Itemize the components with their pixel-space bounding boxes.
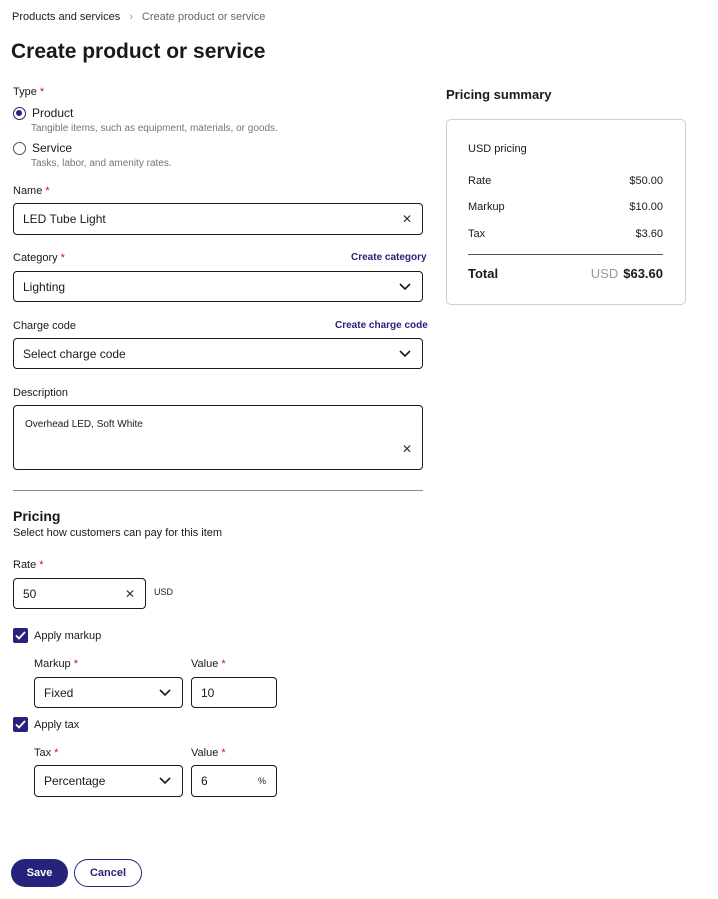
- checkmark-icon: [13, 628, 28, 643]
- summary-total-currency: USD: [590, 266, 619, 281]
- type-option-product[interactable]: Product Tangible items, such as equipmen…: [13, 106, 278, 134]
- chevron-down-icon: [157, 685, 173, 701]
- apply-tax-label: Apply tax: [34, 718, 80, 731]
- checkmark-icon: [13, 717, 28, 732]
- markup-type-select[interactable]: Fixed: [34, 677, 183, 708]
- markup-value-input[interactable]: 10: [191, 677, 277, 708]
- required-marker: *: [73, 658, 78, 670]
- description-value: Overhead LED, Soft White: [25, 419, 143, 430]
- tax-value-label-text: Value: [191, 747, 219, 759]
- page-title: Create product or service: [11, 40, 266, 63]
- summary-row-rate: Rate $50.00: [468, 175, 663, 187]
- markup-type-value: Fixed: [44, 685, 74, 700]
- summary-rate-label: Rate: [468, 175, 492, 187]
- tax-label-text: Tax: [34, 747, 52, 759]
- cancel-button[interactable]: Cancel: [74, 859, 142, 887]
- summary-currency-heading: USD pricing: [468, 143, 527, 155]
- summary-row-markup: Markup $10.00: [468, 201, 663, 213]
- summary-tax-value: $3.60: [635, 228, 663, 240]
- name-input[interactable]: LED Tube Light ✕: [13, 203, 423, 235]
- name-label: Name *: [13, 185, 50, 197]
- clear-icon[interactable]: ✕: [123, 587, 137, 601]
- service-radio[interactable]: [13, 141, 26, 155]
- summary-total-value: $63.60: [623, 266, 663, 281]
- required-marker: *: [60, 252, 65, 264]
- category-select[interactable]: Lighting: [13, 271, 423, 302]
- required-marker: *: [54, 747, 59, 759]
- rate-currency: USD: [154, 587, 174, 597]
- required-marker: *: [221, 747, 226, 759]
- tax-type-value: Percentage: [44, 774, 106, 788]
- category-label-text: Category: [13, 252, 58, 264]
- tax-label: Tax *: [34, 747, 58, 759]
- type-option-service[interactable]: Service Tasks, labor, and amenity rates.: [13, 141, 172, 169]
- summary-rate-value: $50.00: [629, 175, 663, 187]
- summary-divider: [468, 254, 663, 255]
- breadcrumb-products-link[interactable]: Products and services: [12, 11, 120, 23]
- rate-input-value: 50: [23, 586, 37, 601]
- markup-value-label: Value *: [191, 658, 226, 670]
- charge-code-select[interactable]: Select charge code: [13, 338, 423, 369]
- apply-markup-checkbox[interactable]: Apply markup: [13, 628, 101, 643]
- create-charge-code-link[interactable]: Create charge code: [335, 320, 428, 331]
- rate-label: Rate *: [13, 559, 44, 571]
- service-hint: Tasks, labor, and amenity rates.: [31, 158, 172, 169]
- clear-icon[interactable]: ✕: [400, 442, 414, 456]
- tax-value-text: 6: [201, 774, 208, 788]
- apply-tax-checkbox[interactable]: Apply tax: [13, 717, 79, 732]
- create-category-link[interactable]: Create category: [351, 252, 427, 263]
- chevron-down-icon: [397, 279, 413, 295]
- type-label-text: Type: [13, 86, 37, 98]
- category-select-value: Lighting: [23, 279, 66, 294]
- summary-total-label: Total: [468, 266, 499, 281]
- summary-markup-label: Markup: [468, 201, 505, 213]
- chevron-down-icon: [157, 773, 173, 789]
- summary-total-row: Total USD $63.60: [468, 266, 663, 281]
- name-label-text: Name: [13, 185, 43, 197]
- name-input-value: LED Tube Light: [23, 212, 106, 226]
- summary-row-tax: Tax $3.60: [468, 228, 663, 240]
- product-radio[interactable]: [13, 106, 26, 120]
- tax-value-input[interactable]: 6 %: [191, 765, 277, 797]
- save-button[interactable]: Save: [11, 859, 68, 887]
- apply-markup-label: Apply markup: [34, 629, 102, 642]
- pricing-title: Pricing: [13, 508, 61, 524]
- tax-type-select[interactable]: Percentage: [34, 765, 183, 797]
- section-divider: [13, 490, 423, 491]
- description-textarea[interactable]: Overhead LED, Soft White ✕: [13, 405, 423, 470]
- markup-value-text: 10: [201, 685, 215, 700]
- description-label: Description: [13, 387, 69, 399]
- charge-code-label: Charge code: [13, 320, 76, 332]
- product-radio-label: Product: [32, 106, 74, 120]
- breadcrumb-current: Create product or service: [141, 11, 266, 23]
- breadcrumb: Products and services › Create product o…: [12, 11, 265, 23]
- tax-value-label: Value *: [191, 747, 226, 759]
- markup-label-text: Markup: [34, 658, 71, 670]
- category-label: Category *: [13, 252, 65, 264]
- product-hint: Tangible items, such as equipment, mater…: [31, 123, 278, 134]
- markup-value-label-text: Value: [191, 658, 219, 670]
- chevron-down-icon: [397, 346, 413, 362]
- clear-icon[interactable]: ✕: [400, 212, 414, 226]
- pricing-summary-title: Pricing summary: [446, 87, 552, 102]
- type-label: Type *: [13, 86, 44, 98]
- pricing-subtitle: Select how customers can pay for this it…: [13, 527, 223, 539]
- percent-icon: %: [257, 776, 266, 786]
- summary-markup-value: $10.00: [629, 201, 663, 213]
- required-marker: *: [39, 86, 45, 98]
- service-radio-label: Service: [32, 141, 73, 155]
- chevron-right-icon: ›: [129, 11, 133, 23]
- required-marker: *: [45, 185, 50, 197]
- charge-code-placeholder: Select charge code: [23, 346, 126, 361]
- markup-label: Markup *: [34, 658, 78, 670]
- required-marker: *: [221, 658, 226, 670]
- rate-input[interactable]: 50 ✕: [13, 578, 146, 609]
- required-marker: *: [39, 559, 44, 571]
- summary-total-amount: USD $63.60: [591, 266, 663, 281]
- pricing-summary-card: USD pricing Rate $50.00 Markup $10.00 Ta…: [446, 119, 686, 305]
- rate-label-text: Rate: [13, 559, 37, 571]
- summary-tax-label: Tax: [468, 228, 486, 240]
